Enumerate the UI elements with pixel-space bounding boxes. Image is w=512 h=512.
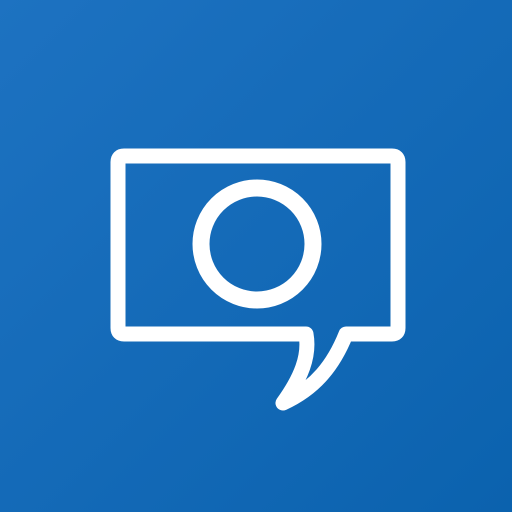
app-tile[interactable]: [0, 0, 512, 512]
app-tile-canvas: [0, 0, 512, 512]
tile-background: [0, 0, 512, 512]
